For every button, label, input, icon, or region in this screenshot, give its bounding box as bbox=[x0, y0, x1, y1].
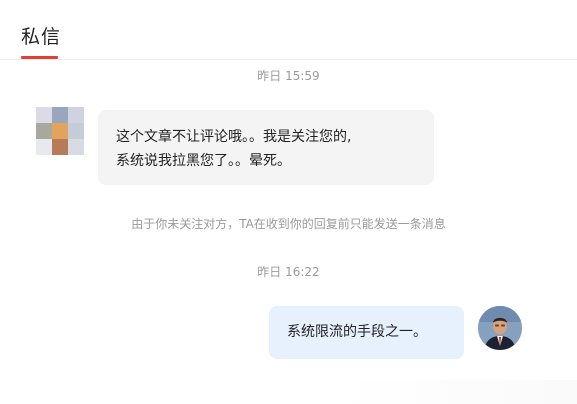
header: 私信 bbox=[0, 0, 577, 60]
message-timestamp: 昨日 16:22 bbox=[257, 265, 320, 279]
incoming-message-line-1: 这个文章不让评论哦。。我是关注您的, bbox=[116, 129, 352, 145]
message-timestamp: 昨日 15:59 bbox=[257, 69, 320, 83]
incoming-message-bubble: 这个文章不让评论哦。。我是关注您的, 系统说我拉黑您了。。晕死。 bbox=[98, 110, 434, 185]
pixelated-avatar-icon[interactable] bbox=[36, 107, 84, 155]
bottom-shadow bbox=[340, 380, 577, 404]
user-avatar-icon bbox=[478, 306, 522, 350]
incoming-message-line-2: 系统说我拉黑您了。。晕死。 bbox=[116, 153, 291, 169]
tab-active-indicator bbox=[21, 56, 58, 59]
follow-notice: 由于你未关注对方，TA在收到你的回复前只能发送一条消息 bbox=[131, 217, 446, 231]
private-message-window: 私信 昨日 15:59 这个文章不让评论哦。。我是关注您的, 系统说我拉黑您了。… bbox=[0, 0, 577, 404]
outgoing-message-bubble: 系统限流的手段之一。 bbox=[269, 306, 464, 359]
tab-private-messages[interactable]: 私信 bbox=[21, 22, 61, 49]
user-avatar-icon[interactable] bbox=[478, 306, 522, 350]
